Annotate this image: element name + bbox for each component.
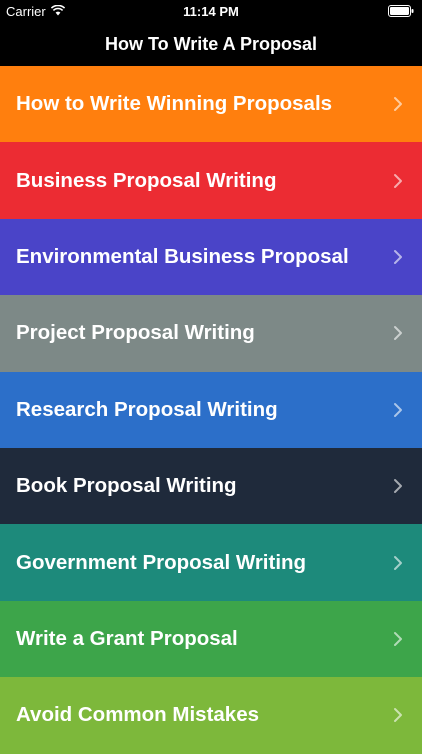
menu-item-label: Avoid Common Mistakes bbox=[16, 703, 260, 727]
menu-list: How to Write Winning Proposals Business … bbox=[0, 66, 422, 754]
chevron-right-icon bbox=[392, 477, 404, 495]
navigation-bar: How To Write A Proposal bbox=[0, 22, 422, 66]
menu-item-4[interactable]: Research Proposal Writing bbox=[0, 371, 422, 448]
menu-item-7[interactable]: Write a Grant Proposal bbox=[0, 600, 422, 678]
chevron-right-icon bbox=[392, 172, 404, 190]
menu-item-0[interactable]: How to Write Winning Proposals bbox=[0, 66, 422, 143]
menu-item-6[interactable]: Government Proposal Writing bbox=[0, 524, 422, 601]
menu-item-label: Government Proposal Writing bbox=[16, 550, 307, 574]
menu-item-label: Business Proposal Writing bbox=[16, 168, 277, 192]
battery-icon bbox=[388, 5, 414, 20]
menu-item-label: Research Proposal Writing bbox=[16, 397, 278, 421]
chevron-right-icon bbox=[392, 554, 404, 572]
menu-item-label: How to Write Winning Proposals bbox=[16, 92, 333, 116]
status-time: 11:14 PM bbox=[183, 4, 239, 19]
menu-item-5[interactable]: Book Proposal Writing bbox=[0, 447, 422, 525]
menu-item-2[interactable]: Environmental Business Proposal bbox=[0, 218, 422, 296]
chevron-right-icon bbox=[392, 401, 404, 419]
page-title: How To Write A Proposal bbox=[104, 33, 317, 54]
chevron-right-icon bbox=[392, 706, 404, 724]
menu-item-3[interactable]: Project Proposal Writing bbox=[0, 295, 422, 372]
menu-item-1[interactable]: Business Proposal Writing bbox=[0, 142, 422, 219]
menu-item-label: Write a Grant Proposal bbox=[16, 626, 238, 650]
chevron-right-icon bbox=[392, 630, 404, 648]
chevron-right-icon bbox=[392, 95, 404, 113]
menu-item-8[interactable]: Avoid Common Mistakes bbox=[0, 677, 422, 754]
menu-item-label: Project Proposal Writing bbox=[16, 321, 255, 345]
menu-item-label: Book Proposal Writing bbox=[16, 474, 237, 498]
menu-item-label: Environmental Business Proposal bbox=[16, 244, 349, 268]
chevron-right-icon bbox=[392, 324, 404, 342]
status-bar: Carrier 11:14 PM bbox=[0, 0, 422, 22]
chevron-right-icon bbox=[392, 248, 404, 266]
